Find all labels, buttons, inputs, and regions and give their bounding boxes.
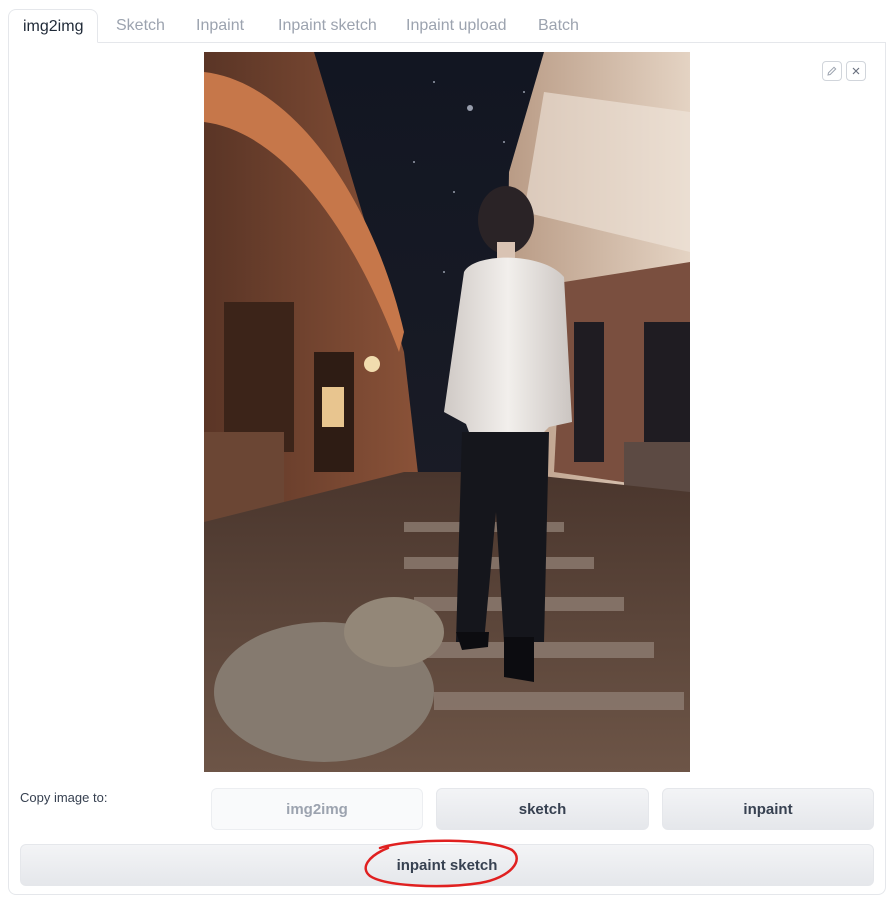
tab-img2img[interactable]: img2img [8, 9, 99, 43]
tab-bar: img2img Sketch Inpaint Inpaint sketch In… [8, 0, 886, 43]
tab-inpaint-upload[interactable]: Inpaint upload [392, 9, 521, 42]
pencil-icon [827, 66, 837, 76]
copy-to-sketch-button[interactable]: sketch [436, 788, 649, 830]
input-image[interactable] [204, 52, 690, 772]
copy-to-img2img-button[interactable]: img2img [211, 788, 423, 830]
tab-batch[interactable]: Batch [524, 9, 593, 42]
street-scene-illustration [204, 52, 690, 772]
tab-inpaint[interactable]: Inpaint [182, 9, 258, 42]
edit-image-button[interactable] [822, 61, 842, 81]
copy-to-inpaint-sketch-button[interactable]: inpaint sketch [20, 844, 874, 886]
tab-sketch[interactable]: Sketch [102, 9, 179, 42]
copy-image-label: Copy image to: [20, 790, 108, 805]
close-icon [852, 67, 860, 75]
clear-image-button[interactable] [846, 61, 866, 81]
tab-inpaint-sketch[interactable]: Inpaint sketch [264, 9, 391, 42]
copy-to-inpaint-button[interactable]: inpaint [662, 788, 874, 830]
